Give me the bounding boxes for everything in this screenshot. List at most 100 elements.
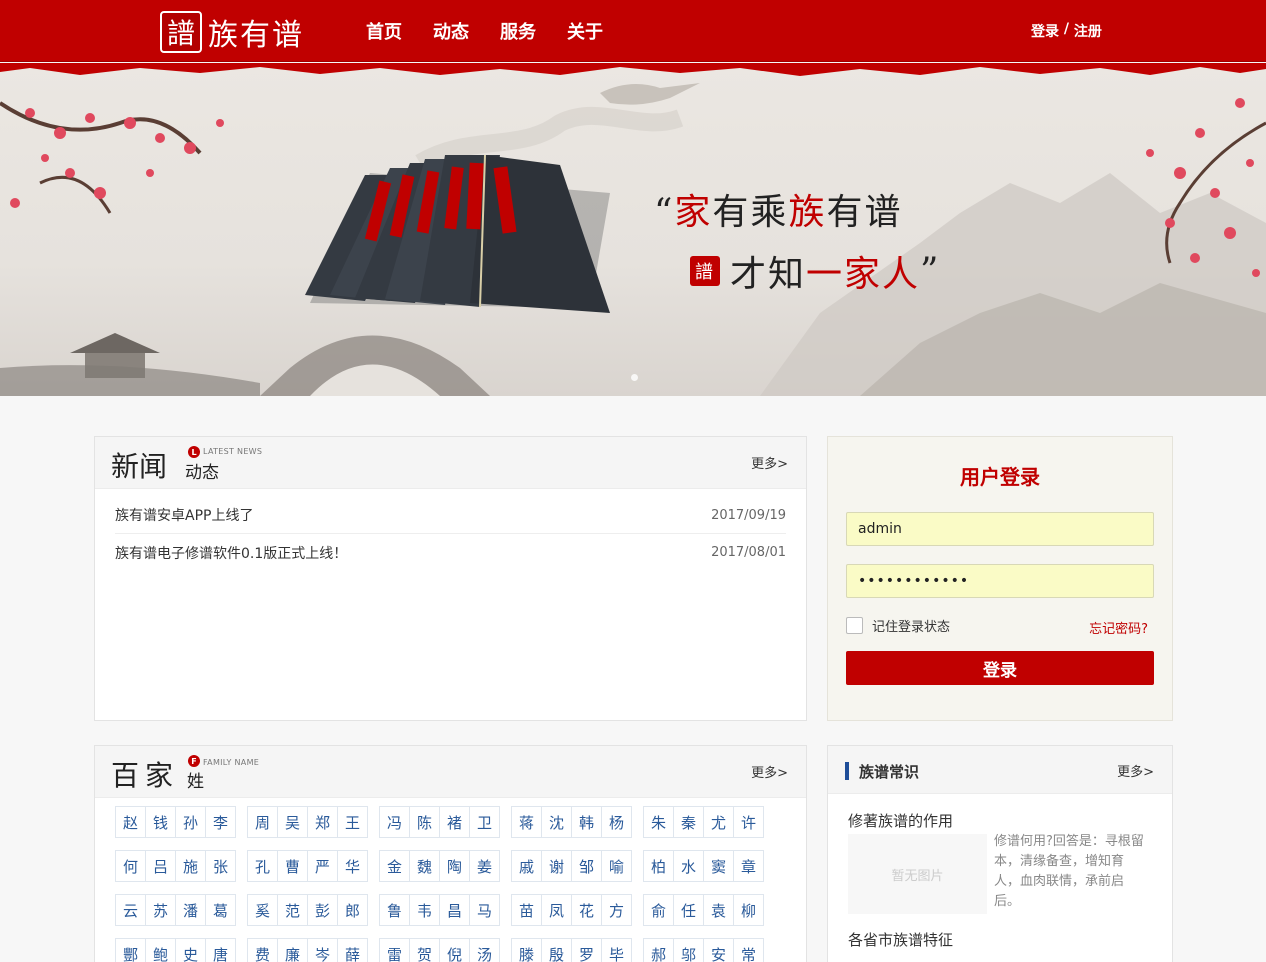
surname-link[interactable]: 戚 [511,850,542,882]
surname-link[interactable]: 陈 [409,806,440,838]
surname-link[interactable]: 奚 [247,894,278,926]
surname-link[interactable]: 鲍 [145,938,176,962]
surname-link[interactable]: 谢 [541,850,572,882]
surname-link[interactable]: 唐 [205,938,236,962]
carousel-indicator[interactable] [631,374,638,381]
surname-link[interactable]: 贺 [409,938,440,962]
nav-news[interactable]: 动态 [433,18,469,44]
surname-link[interactable]: 苏 [145,894,176,926]
surname-link[interactable]: 吕 [145,850,176,882]
surname-link[interactable]: 周 [247,806,278,838]
surname-link[interactable]: 孔 [247,850,278,882]
news-item[interactable]: 族有谱电子修谱软件0.1版正式上线！ 2017/08/01 [115,534,786,571]
surname-link[interactable]: 魏 [409,850,440,882]
news-item[interactable]: 族有谱安卓APP上线了 2017/09/19 [115,497,786,534]
surname-link[interactable]: 许 [733,806,764,838]
surname-link[interactable]: 俞 [643,894,674,926]
surname-link[interactable]: 费 [247,938,278,962]
surname-link[interactable]: 酆 [115,938,146,962]
surname-link[interactable]: 吴 [277,806,308,838]
surname-link[interactable]: 雷 [379,938,410,962]
surname-link[interactable]: 苗 [511,894,542,926]
knowledge-item-title[interactable]: 各省市族谱特征 [848,929,953,950]
surnames-more-link[interactable]: 更多> [751,762,788,781]
surname-link[interactable]: 葛 [205,894,236,926]
knowledge-item-title[interactable]: 修著族谱的作用 [848,810,953,831]
surname-link[interactable]: 凤 [541,894,572,926]
surname-link[interactable]: 秦 [673,806,704,838]
surname-link[interactable]: 邹 [571,850,602,882]
surname-link[interactable]: 孙 [175,806,206,838]
surname-link[interactable]: 彭 [307,894,338,926]
surname-link[interactable]: 安 [703,938,734,962]
surname-link[interactable]: 岑 [307,938,338,962]
register-link[interactable]: 注册 [1074,21,1102,41]
password-input[interactable] [846,564,1154,598]
surname-link[interactable]: 郝 [643,938,674,962]
surname-link[interactable]: 杨 [601,806,632,838]
surname-link[interactable]: 倪 [439,938,470,962]
surname-link[interactable]: 邬 [673,938,704,962]
surname-link[interactable]: 冯 [379,806,410,838]
surname-link[interactable]: 潘 [175,894,206,926]
surname-link[interactable]: 鲁 [379,894,410,926]
surname-link[interactable]: 金 [379,850,410,882]
surname-link[interactable]: 韩 [571,806,602,838]
surname-link[interactable]: 卫 [469,806,500,838]
surname-link[interactable]: 韦 [409,894,440,926]
surname-link[interactable]: 方 [601,894,632,926]
surname-link[interactable]: 朱 [643,806,674,838]
surname-link[interactable]: 任 [673,894,704,926]
surname-link[interactable]: 王 [337,806,368,838]
surname-link[interactable]: 昌 [439,894,470,926]
surname-link[interactable]: 常 [733,938,764,962]
news-item-title[interactable]: 族有谱电子修谱软件0.1版正式上线！ [115,543,347,563]
nav-about[interactable]: 关于 [567,18,603,44]
surname-link[interactable]: 严 [307,850,338,882]
surname-link[interactable]: 蒋 [511,806,542,838]
news-more-link[interactable]: 更多> [751,453,788,472]
surname-link[interactable]: 尤 [703,806,734,838]
surname-link[interactable]: 何 [115,850,146,882]
surname-link[interactable]: 袁 [703,894,734,926]
site-logo[interactable]: 譜 族有谱 [160,10,304,54]
surname-link[interactable]: 喻 [601,850,632,882]
remember-checkbox[interactable] [846,617,863,634]
nav-home[interactable]: 首页 [366,18,402,44]
knowledge-more-link[interactable]: 更多> [1117,761,1154,780]
surname-link[interactable]: 柏 [643,850,674,882]
news-item-title[interactable]: 族有谱安卓APP上线了 [115,505,253,525]
surname-link[interactable]: 毕 [601,938,632,962]
surname-link[interactable]: 柳 [733,894,764,926]
surname-link[interactable]: 郑 [307,806,338,838]
surname-link[interactable]: 郎 [337,894,368,926]
surname-link[interactable]: 姜 [469,850,500,882]
nav-services[interactable]: 服务 [500,18,536,44]
surname-link[interactable]: 花 [571,894,602,926]
surname-link[interactable]: 赵 [115,806,146,838]
surname-link[interactable]: 窦 [703,850,734,882]
surname-link[interactable]: 章 [733,850,764,882]
surname-link[interactable]: 滕 [511,938,542,962]
remember-me[interactable]: 记住登录状态 [846,616,950,635]
surname-link[interactable]: 廉 [277,938,308,962]
surname-link[interactable]: 水 [673,850,704,882]
username-input[interactable] [846,512,1154,546]
login-link[interactable]: 登录 [1031,21,1059,41]
surname-link[interactable]: 钱 [145,806,176,838]
login-button[interactable]: 登录 [846,651,1154,685]
surname-link[interactable]: 殷 [541,938,572,962]
surname-link[interactable]: 薛 [337,938,368,962]
surname-link[interactable]: 罗 [571,938,602,962]
forgot-password-link[interactable]: 忘记密码? [1089,618,1148,637]
surname-link[interactable]: 张 [205,850,236,882]
surname-link[interactable]: 李 [205,806,236,838]
surname-link[interactable]: 范 [277,894,308,926]
surname-link[interactable]: 曹 [277,850,308,882]
surname-link[interactable]: 施 [175,850,206,882]
surname-link[interactable]: 云 [115,894,146,926]
surname-link[interactable]: 沈 [541,806,572,838]
surname-link[interactable]: 马 [469,894,500,926]
surname-link[interactable]: 华 [337,850,368,882]
surname-link[interactable]: 汤 [469,938,500,962]
